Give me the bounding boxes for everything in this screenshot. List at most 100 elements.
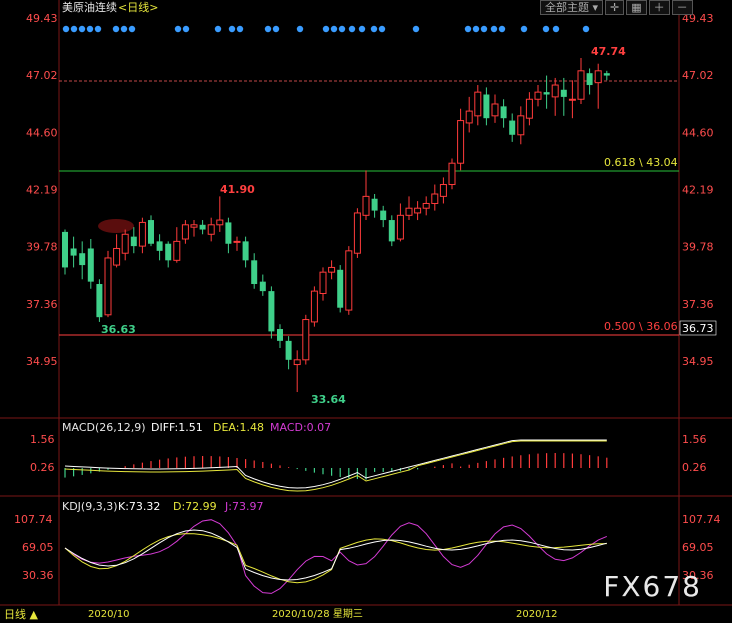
candle-body (509, 120, 516, 135)
period-button[interactable]: 日线 ▲ (4, 607, 38, 621)
grid-icon[interactable]: ▦ (626, 0, 647, 15)
left-axis-label: 47.02 (26, 69, 58, 82)
instrument-title[interactable]: 美原油连续 (62, 0, 117, 14)
theme-select[interactable]: 全部主题 ▾ (540, 0, 604, 15)
event-dot[interactable] (472, 25, 480, 33)
crosshair-icon[interactable]: ✛ (605, 0, 625, 15)
event-dot[interactable] (520, 25, 528, 33)
candle-body (251, 260, 258, 285)
candle-body (302, 319, 310, 361)
event-dot[interactable] (236, 25, 244, 33)
candle-body (285, 340, 292, 360)
period-label[interactable]: <日线> (118, 0, 158, 14)
event-dot[interactable] (70, 25, 78, 33)
macd-axis-right-1: 1.56 (682, 433, 707, 446)
event-dot[interactable] (322, 25, 330, 33)
left-price-axis: 49.43 47.02 44.60 42.19 39.78 37.36 34.95 (26, 12, 58, 368)
event-dot[interactable] (330, 25, 338, 33)
candlestick-series (62, 58, 610, 393)
right-axis-label: 42.19 (682, 184, 714, 197)
date-label-oct: 2020/10 (88, 609, 130, 620)
highlight-marker (98, 219, 134, 233)
candle-body (439, 184, 447, 197)
event-dot[interactable] (370, 25, 378, 33)
event-dot[interactable] (264, 25, 272, 33)
chevron-down-icon: ▾ (592, 1, 599, 14)
event-dot[interactable] (490, 25, 498, 33)
candle-body (165, 243, 172, 261)
candle-body (207, 224, 215, 235)
event-dot[interactable] (228, 25, 236, 33)
right-price-axis: 49.4347.0244.6042.1939.7837.3634.95 (682, 12, 714, 368)
event-dot[interactable] (182, 25, 190, 33)
candle-body (319, 271, 327, 294)
event-dot[interactable] (582, 25, 590, 33)
kdj-k: K:73.32 (118, 500, 160, 513)
candle-body (517, 115, 525, 136)
right-axis-label: 37.36 (682, 298, 714, 311)
candle-body (173, 240, 181, 261)
candle-body (310, 290, 318, 323)
event-dot[interactable] (542, 25, 550, 33)
candle-body (603, 73, 610, 76)
fib-618-label: 0.618 \ 43.04 (604, 156, 678, 169)
fib-500-label: 0.500 \ 36.06 (604, 320, 678, 333)
event-dot[interactable] (412, 25, 420, 33)
event-dot[interactable] (464, 25, 472, 33)
candle-body (148, 220, 154, 244)
event-dot[interactable] (174, 25, 182, 33)
high-label: 47.74 (591, 45, 626, 58)
event-dot[interactable] (552, 25, 560, 33)
left-axis-label: 42.19 (26, 184, 58, 197)
candle-body (560, 89, 567, 97)
event-dot[interactable] (214, 25, 222, 33)
event-dot[interactable] (78, 25, 86, 33)
left-axis-label: 34.95 (26, 355, 58, 368)
candle-body (388, 220, 395, 242)
candle-body (525, 98, 533, 119)
kdj-j: J:73.97 (224, 500, 263, 513)
event-dot[interactable] (338, 25, 346, 33)
zoom-in-icon[interactable]: ＋ (648, 0, 670, 15)
zoom-out-icon[interactable]: － (671, 0, 693, 15)
right-axis-label: 47.02 (682, 69, 714, 82)
candle-body (380, 210, 387, 221)
candle-body (96, 284, 103, 318)
kdj-axis-left-2: 69.05 (22, 541, 54, 554)
candle-body (277, 329, 283, 341)
date-label-dec: 2020/12 (516, 609, 558, 620)
event-dot[interactable] (86, 25, 94, 33)
candle-body (396, 214, 404, 240)
candle-body (414, 207, 422, 214)
event-dot[interactable] (358, 25, 366, 33)
candle-body (233, 240, 241, 243)
event-dot[interactable] (94, 25, 102, 33)
macd-axis-left-1: 1.56 (30, 433, 55, 446)
event-dot[interactable] (272, 25, 280, 33)
candle-body (465, 110, 473, 124)
candle-body (371, 198, 378, 211)
candle-body (405, 207, 413, 216)
candle-body (345, 250, 353, 311)
kdj-axis-right-1: 107.74 (682, 513, 721, 526)
event-dots[interactable] (62, 25, 590, 33)
right-axis-label: 39.78 (682, 241, 714, 254)
event-dot[interactable] (296, 25, 304, 33)
event-dot[interactable] (62, 25, 70, 33)
peak-label: 41.90 (220, 183, 255, 196)
kdj-d: D:72.99 (173, 500, 217, 513)
event-dot[interactable] (378, 25, 386, 33)
event-dot[interactable] (348, 25, 356, 33)
event-dot[interactable] (480, 25, 488, 33)
left-axis-label: 49.43 (26, 12, 58, 25)
event-dot[interactable] (112, 25, 120, 33)
theme-select-label: 全部主题 (545, 1, 589, 14)
candle-body (568, 98, 576, 101)
candle-body (70, 248, 77, 256)
candle-body (104, 257, 112, 316)
event-dot[interactable] (120, 25, 128, 33)
candle-body (448, 162, 456, 186)
candle-body (474, 91, 482, 117)
event-dot[interactable] (128, 25, 136, 33)
event-dot[interactable] (498, 25, 506, 33)
